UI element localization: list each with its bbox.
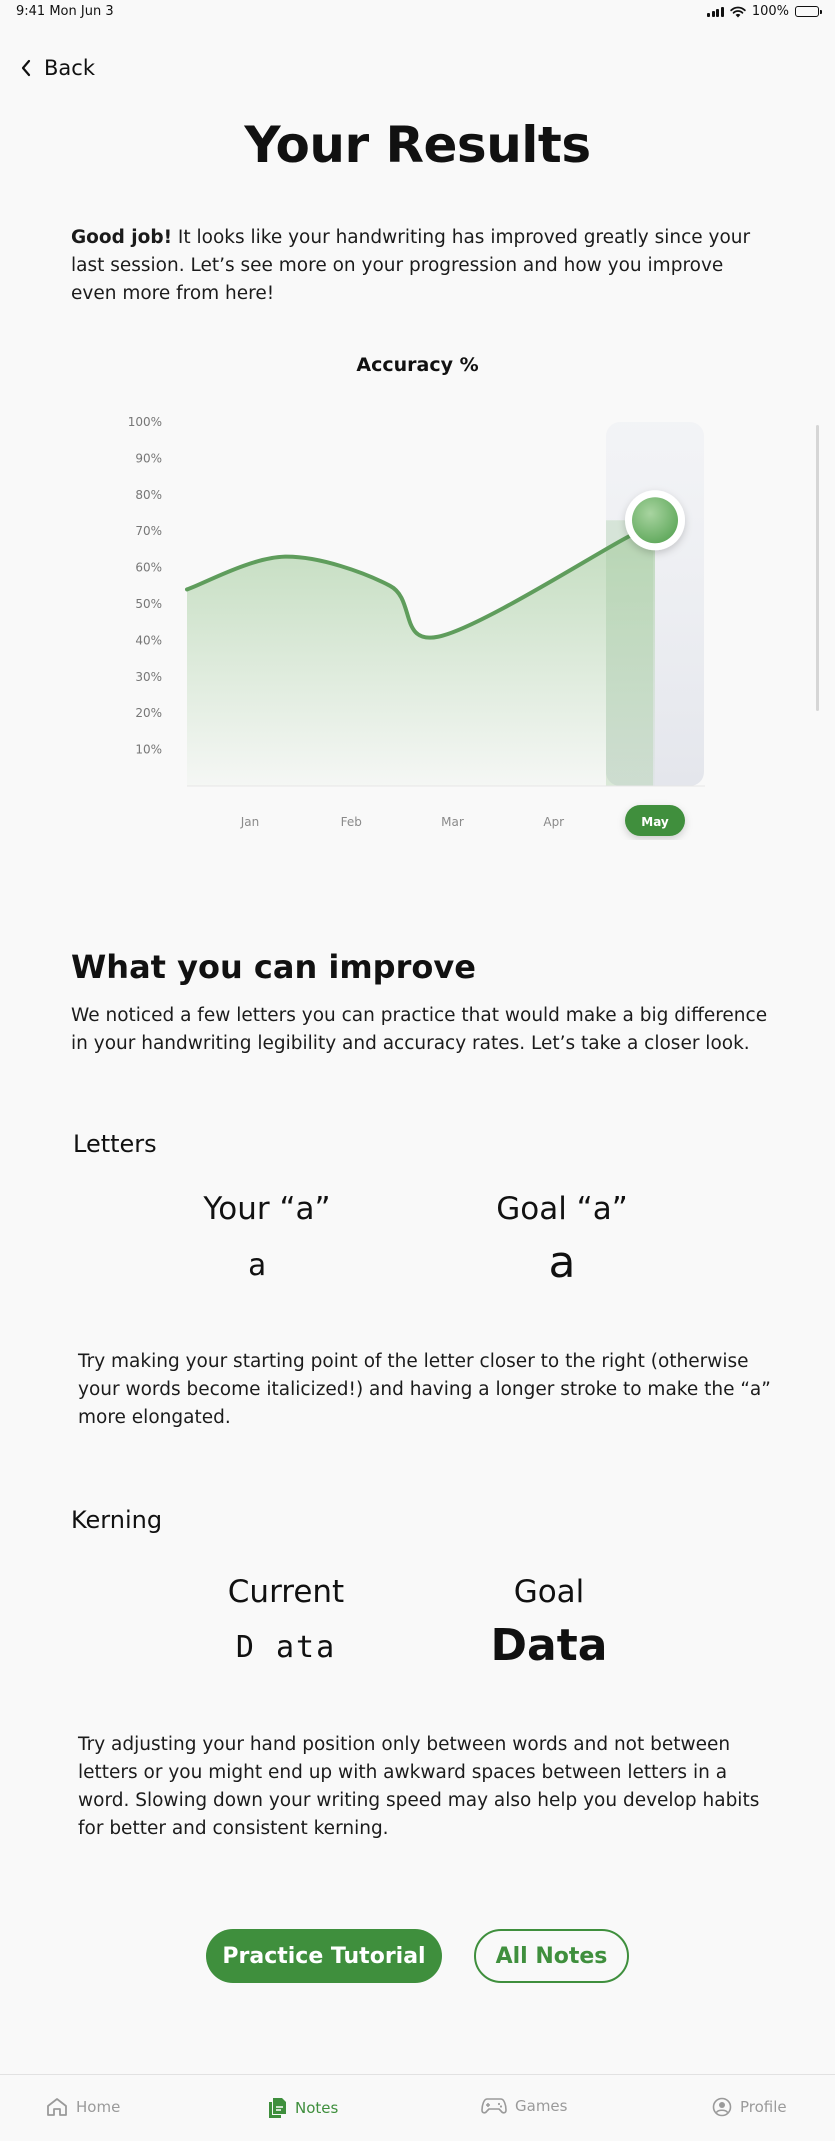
scroll-indicator[interactable] xyxy=(816,425,819,711)
y-tick-label: 50% xyxy=(135,597,162,611)
intro-bold: Good job! xyxy=(71,227,173,248)
home-icon xyxy=(47,2098,67,2116)
current-kerning-heading: Current xyxy=(227,1574,345,1610)
y-tick-label: 40% xyxy=(135,633,162,647)
tab-profile-label: Profile xyxy=(740,2098,787,2116)
y-tick-label: 10% xyxy=(135,743,162,757)
intro-paragraph: Good job! It looks like your handwriting… xyxy=(71,224,771,308)
x-tick-label-selected: May xyxy=(641,815,669,829)
page-title: Your Results xyxy=(244,116,591,174)
tab-notes[interactable]: Notes xyxy=(267,2097,338,2119)
chevron-left-icon xyxy=(21,59,31,77)
letters-title: Letters xyxy=(73,1130,157,1158)
y-tick-label: 60% xyxy=(135,561,162,575)
selected-point xyxy=(632,497,678,544)
tab-home-label: Home xyxy=(76,2098,121,2116)
intro-text: It looks like your handwriting has impro… xyxy=(71,227,751,304)
all-notes-button[interactable]: All Notes xyxy=(474,1929,629,1983)
chart-title: Accuracy % xyxy=(356,354,479,376)
status-bar: 9:41 Mon Jun 3 100% xyxy=(0,0,835,24)
gamepad-icon xyxy=(481,2098,507,2114)
back-button[interactable]: Back xyxy=(20,56,95,80)
back-label: Back xyxy=(44,56,95,80)
tab-profile[interactable]: Profile xyxy=(712,2097,787,2117)
tab-games[interactable]: Games xyxy=(481,2097,567,2115)
kerning-title: Kerning xyxy=(71,1506,163,1534)
your-letter-sample: a xyxy=(247,1248,267,1283)
y-tick-label: 100% xyxy=(128,415,162,429)
clock-date: Mon Jun 3 xyxy=(49,4,114,19)
tab-home[interactable]: Home xyxy=(46,2097,120,2117)
x-tick-label: Mar xyxy=(441,815,464,829)
tab-games-label: Games xyxy=(515,2097,568,2115)
x-tick-label: Jan xyxy=(240,815,260,829)
goal-kerning-heading: Goal xyxy=(513,1574,585,1610)
battery-percent: 100% xyxy=(751,4,789,19)
status-time: 9:41 Mon Jun 3 xyxy=(16,4,114,19)
letters-tip: Try making your starting point of the le… xyxy=(78,1351,771,1428)
wifi-icon xyxy=(730,6,746,17)
y-tick-label: 90% xyxy=(135,451,162,465)
improve-text: We noticed a few letters you can practic… xyxy=(71,1005,768,1054)
profile-icon xyxy=(712,2097,732,2117)
x-tick-label: Feb xyxy=(341,815,362,829)
kerning-tip: Try adjusting your hand position only be… xyxy=(78,1734,760,1839)
y-tick-label: 80% xyxy=(135,488,162,502)
x-tick-label: Apr xyxy=(543,815,564,829)
clock-time: 9:41 xyxy=(16,4,46,19)
current-kerning-sample: D ata xyxy=(235,1630,337,1665)
y-tick-label: 20% xyxy=(135,706,162,720)
status-indicators: 100% xyxy=(707,4,822,19)
accuracy-chart: 10% 20% 30% 40% 50% 60% 70% 80% 90% 100% Jan Feb Mar… xyxy=(128,415,705,836)
practice-tutorial-button[interactable]: Practice Tutorial xyxy=(206,1929,442,1983)
goal-letter-heading: Goal “a” xyxy=(496,1191,628,1227)
cellular-signal-icon xyxy=(707,6,724,17)
goal-letter-sample: a xyxy=(548,1237,576,1288)
notes-icon xyxy=(269,2098,286,2118)
selected-column-fill xyxy=(606,520,654,786)
battery-icon xyxy=(795,6,822,17)
goal-kerning-sample: Data xyxy=(490,1620,608,1671)
y-tick-label: 30% xyxy=(135,670,162,684)
improve-title: What you can improve xyxy=(71,948,476,986)
y-tick-label: 70% xyxy=(135,524,162,538)
your-letter-heading: Your “a” xyxy=(203,1191,331,1227)
tab-bar: Home Notes Games Profile xyxy=(0,2074,835,2141)
tab-notes-label: Notes xyxy=(295,2099,339,2117)
